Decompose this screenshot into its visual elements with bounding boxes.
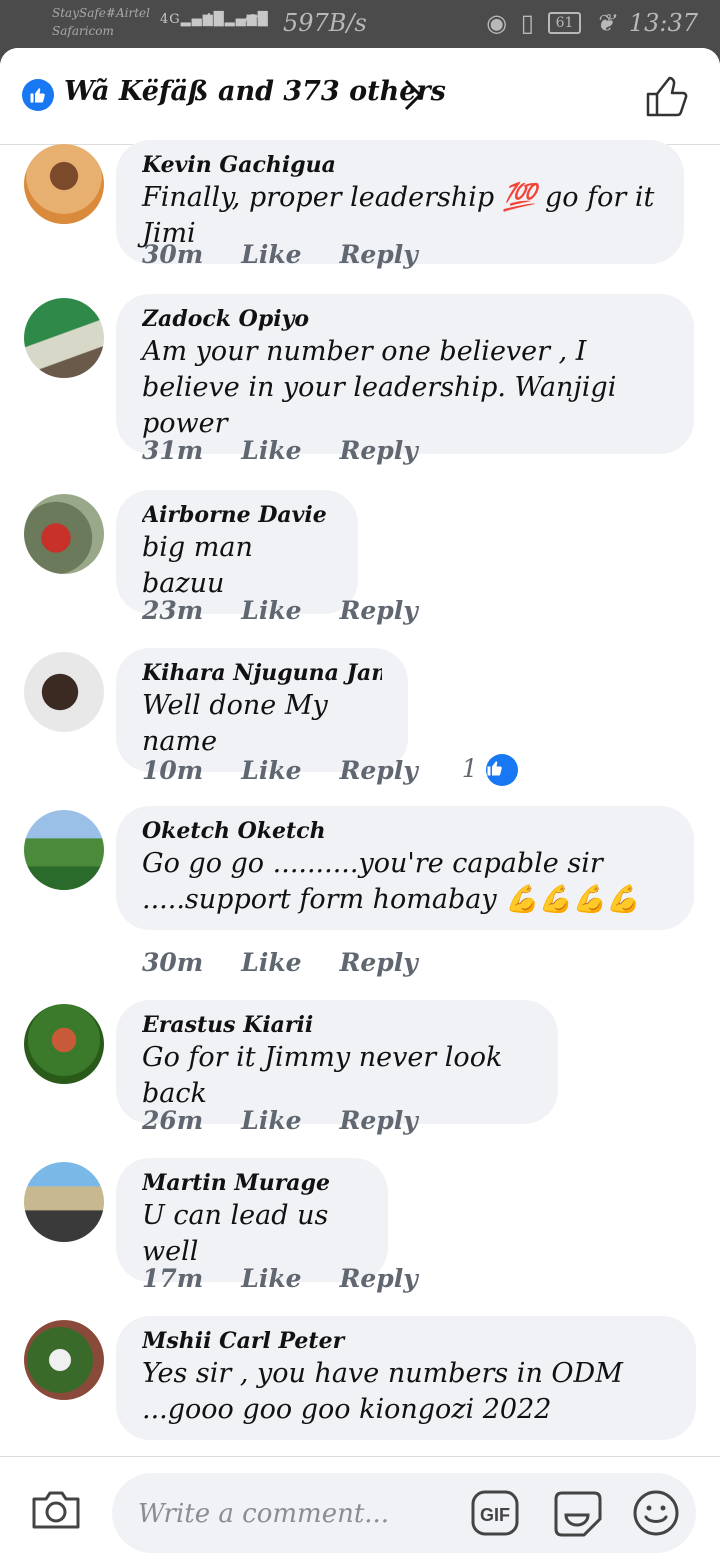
avatar[interactable] [24, 652, 104, 732]
commenter-name[interactable]: Airborne Davie [142, 500, 332, 530]
reaction-count[interactable]: 1 [462, 754, 518, 786]
carrier-1: StaySafe#Airtel [52, 6, 150, 20]
comment-text: Go go go ..........you're capable sir ..… [142, 848, 640, 915]
leaf-icon: ❦ [595, 9, 616, 37]
comment-bubble[interactable]: Zadock Opiyo Am your number one believer… [116, 294, 694, 454]
commenter-name[interactable]: Martin Murage [142, 1168, 362, 1198]
comment-input[interactable] [136, 1493, 460, 1535]
comment-actions: 10m Like Reply 1 [142, 754, 518, 786]
comment-time: 23m [142, 596, 204, 625]
status-right: ◉ ▯ 61 ❦ 13:37 [480, 9, 698, 37]
comment-actions: 23m Like Reply [142, 596, 418, 625]
emoji-icon[interactable] [632, 1489, 680, 1541]
status-bar: StaySafe#Airtel Safaricom 4G▂▄▆█ 4G▂▄▆█ … [0, 0, 720, 48]
comment-text: big man bazuu [142, 532, 253, 599]
commenter-name[interactable]: Kihara Njuguna James [142, 658, 382, 688]
comments-sheet: Wã Këfäß and 373 others Kevin Gachigua F… [0, 48, 720, 1560]
comment-time: 30m [142, 240, 204, 269]
reply-link[interactable]: Reply [340, 240, 418, 269]
comment-actions: 30m Like Reply [142, 240, 418, 269]
like-badge-icon [22, 79, 54, 111]
commenter-name[interactable]: Mshii Carl Peter [142, 1326, 670, 1356]
avatar[interactable] [24, 494, 104, 574]
reaction-count-number: 1 [461, 754, 478, 783]
avatar[interactable] [24, 1004, 104, 1084]
like-link[interactable]: Like [241, 240, 301, 269]
like-link[interactable]: Like [241, 756, 301, 785]
clock-time: 13:37 [628, 9, 698, 37]
comment-time: 26m [142, 1106, 204, 1135]
comment-time: 30m [142, 948, 204, 977]
comment-input-wrap[interactable]: GIF [112, 1473, 696, 1553]
gif-label: GIF [480, 1505, 510, 1525]
reactions-header[interactable]: Wã Këfäß and 373 others [0, 48, 720, 145]
commenter-name[interactable]: Erastus Kiarii [142, 1010, 532, 1040]
comment-composer: GIF [0, 1456, 720, 1560]
chevron-right-icon[interactable] [400, 78, 426, 116]
camera-icon[interactable] [30, 1485, 82, 1537]
like-link[interactable]: Like [241, 436, 301, 465]
comment-actions: 31m Like Reply [142, 436, 418, 465]
reply-link[interactable]: Reply [340, 596, 418, 625]
avatar[interactable] [24, 144, 104, 224]
like-link[interactable]: Like [241, 1264, 301, 1293]
like-link[interactable]: Like [241, 596, 301, 625]
battery-icon: 61 [547, 12, 582, 34]
like-outline-icon[interactable] [644, 74, 690, 122]
reply-link[interactable]: Reply [340, 1106, 418, 1135]
comment-actions: 30m Like Reply [142, 948, 418, 977]
gif-icon[interactable]: GIF [470, 1489, 520, 1541]
comment-actions: 26m Like Reply [142, 1106, 418, 1135]
commenter-name[interactable]: Kevin Gachigua [142, 150, 658, 180]
avatar[interactable] [24, 810, 104, 890]
comment-text: U can lead us well [142, 1200, 329, 1267]
wifi-icon: ◠ [244, 8, 263, 32]
comment-time: 17m [142, 1264, 204, 1293]
comment-text: Am your number one believer , I believe … [142, 336, 617, 439]
comment-bubble[interactable]: Mshii Carl Peter Yes sir , you have numb… [116, 1316, 696, 1440]
comment-text: Well done My name [142, 690, 328, 757]
reactions-summary[interactable]: Wã Këfäß and 373 others [64, 76, 446, 107]
reply-link[interactable]: Reply [340, 436, 418, 465]
avatar[interactable] [24, 298, 104, 378]
comment-text: Go for it Jimmy never look back [142, 1042, 503, 1109]
comment-time: 31m [142, 436, 204, 465]
avatar[interactable] [24, 1320, 104, 1400]
avatar[interactable] [24, 1162, 104, 1242]
commenter-name[interactable]: Oketch Oketch [142, 816, 668, 846]
reply-link[interactable]: Reply [340, 1264, 418, 1293]
network-speed: 597B/s [283, 9, 367, 37]
reply-link[interactable]: Reply [340, 756, 418, 785]
reply-link[interactable]: Reply [340, 948, 418, 977]
carrier-2: Safaricom [52, 24, 114, 38]
carrier-labels: StaySafe#Airtel Safaricom [52, 4, 150, 40]
like-badge-icon [485, 754, 518, 786]
eye-icon: ◉ [486, 9, 508, 37]
comment-bubble[interactable]: Oketch Oketch Go go go ..........you're … [116, 806, 694, 930]
vibrate-icon: ▯ [520, 9, 534, 37]
comment-time: 10m [142, 755, 204, 785]
like-link[interactable]: Like [241, 948, 301, 977]
comment-actions: 17m Like Reply [142, 1264, 418, 1293]
commenter-name[interactable]: Zadock Opiyo [142, 304, 668, 334]
sticker-icon[interactable] [552, 1487, 604, 1543]
comment-text: Yes sir , you have numbers in ODM ...goo… [142, 1358, 623, 1425]
like-link[interactable]: Like [241, 1106, 301, 1135]
